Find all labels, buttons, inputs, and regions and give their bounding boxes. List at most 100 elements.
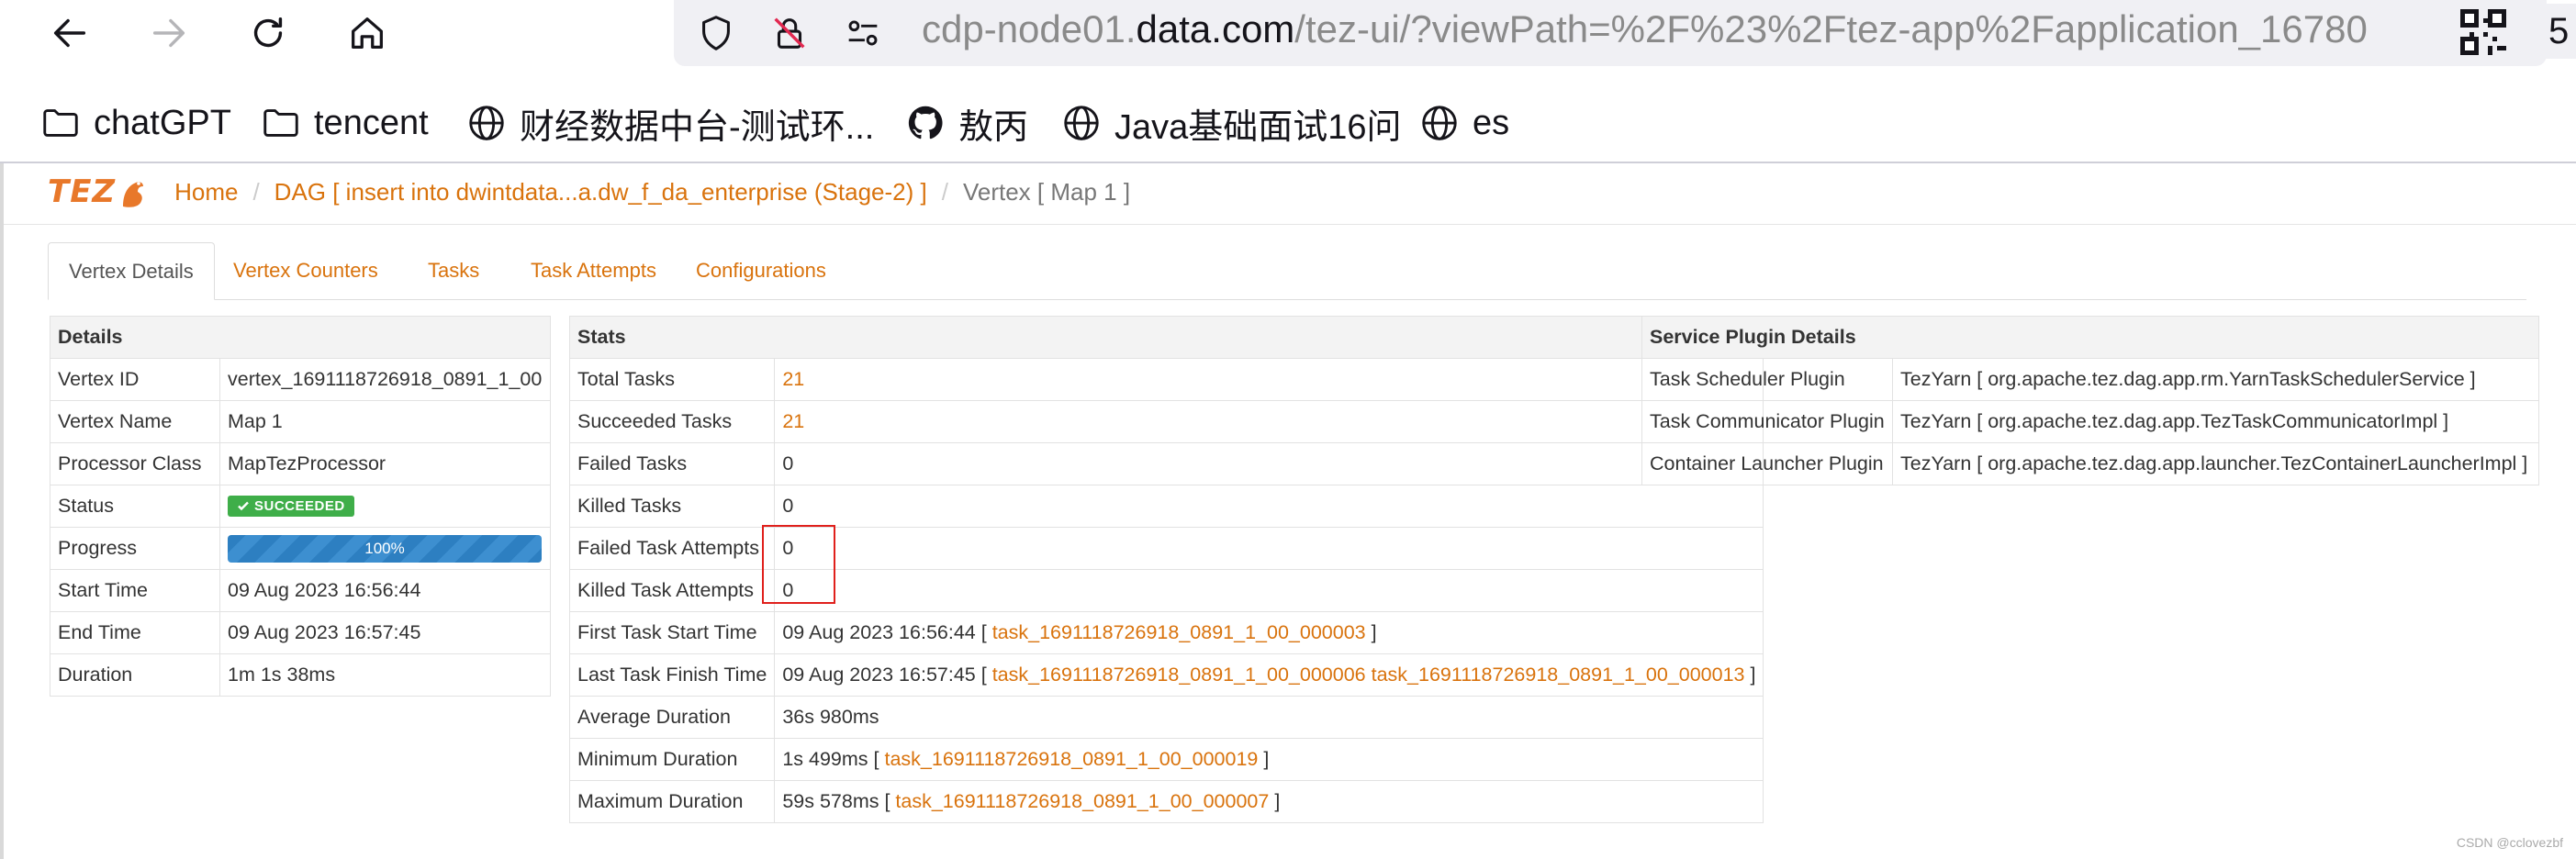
maximum-duration-task-link[interactable]: task_1691118726918_0891_1_00_000007 [895, 790, 1269, 812]
processor-class-label: Processor Class [50, 442, 220, 485]
duration-value: 1m 1s 38ms [219, 653, 551, 697]
insecure-lock-icon[interactable] [766, 9, 813, 57]
status-badge-text: SUCCEEDED [254, 497, 345, 514]
task-communicator-label: Task Communicator Plugin [1641, 400, 1893, 443]
page-divider [4, 224, 2576, 225]
minimum-duration-task-link[interactable]: task_1691118726918_0891_1_00_000019 [884, 748, 1258, 770]
arrow-right-icon [152, 18, 185, 48]
bookmark-aobing[interactable]: 敖丙 [903, 92, 1028, 154]
last-task-finish-time: 09 Aug 2023 16:57:45 [782, 664, 976, 686]
table-row: Succeeded Tasks 21 [568, 400, 1764, 443]
bookmark-label: chatGPT [94, 103, 231, 142]
start-time-label: Start Time [50, 569, 220, 612]
status-cell: SUCCEEDED [219, 485, 551, 528]
last-task-link-1[interactable]: task_1691118726918_0891_1_00_000006 [992, 664, 1366, 686]
shield-icon[interactable] [692, 9, 740, 57]
last-task-finish-label: Last Task Finish Time [568, 653, 776, 697]
succeeded-tasks-link[interactable]: 21 [782, 410, 804, 432]
progress-bar: 100% [228, 534, 542, 563]
failed-attempts-value: 0 [774, 527, 1764, 570]
details-table: Details Vertex ID vertex_1691118726918_08… [50, 316, 551, 697]
tab-vertex-counters[interactable]: Vertex Counters [213, 242, 398, 299]
breadcrumb-separator: / [252, 177, 260, 206]
vertex-id-value: vertex_1691118726918_0891_1_00 [219, 358, 551, 401]
tez-logo[interactable]: TEZ [48, 173, 147, 210]
succeeded-tasks-label: Succeeded Tasks [568, 400, 776, 443]
table-row: Failed Tasks 0 [568, 442, 1764, 485]
table-row: Status SUCCEEDED [50, 485, 551, 528]
status-badge: SUCCEEDED [228, 495, 354, 517]
progress-label: Progress [50, 527, 220, 570]
qr-code-icon[interactable] [2460, 9, 2506, 55]
service-plugin-table: Service Plugin Details Task Scheduler Pl… [1641, 316, 2539, 485]
table-row: Killed Tasks 0 [568, 485, 1764, 528]
tez-logo-text: TEZ [48, 173, 117, 210]
maximum-duration-label: Maximum Duration [568, 780, 776, 823]
tab-configurations[interactable]: Configurations [676, 242, 846, 299]
address-bar[interactable]: cdp-node01.data.com/tez-ui/?viewPath=%2F… [674, 0, 2547, 66]
duration-label: Duration [50, 653, 220, 697]
last-task-link-2[interactable]: task_1691118726918_0891_1_00_000013 [1372, 664, 1745, 686]
start-time-value: 09 Aug 2023 16:56:44 [219, 569, 551, 612]
table-row: Task Communicator Plugin TezYarn [ org.ap… [1641, 400, 2539, 443]
task-scheduler-label: Task Scheduler Plugin [1641, 358, 1893, 401]
table-row: End Time 09 Aug 2023 16:57:45 [50, 611, 551, 654]
bookmark-es[interactable]: es [1417, 92, 1509, 154]
end-time-value: 09 Aug 2023 16:57:45 [219, 611, 551, 654]
tez-bird-icon [123, 182, 144, 207]
url-path: /tez-ui/?viewPath=%2F%23%2Ftez-app%2Fapp… [1294, 7, 2368, 50]
permissions-icon[interactable] [839, 9, 887, 57]
breadcrumb-separator: / [941, 177, 948, 206]
extension-badge[interactable]: 5 [2537, 4, 2576, 59]
vertex-name-value: Map 1 [219, 400, 551, 443]
plugin-header: Service Plugin Details [1641, 316, 2539, 359]
back-button[interactable] [42, 6, 97, 61]
table-row: Progress 100% [50, 527, 551, 570]
breadcrumb-home[interactable]: Home [174, 178, 238, 206]
bookmark-label: 敖丙 [958, 107, 1029, 147]
stats-table: Stats Total Tasks 21 Succeeded Tasks 21 Fa… [568, 316, 1764, 823]
breadcrumb: TEZ Home / DAG [ insert into dwintdata..… [48, 163, 1130, 220]
table-row: Killed Task Attempts 0 [568, 569, 1764, 612]
average-duration-label: Average Duration [568, 696, 776, 739]
table-row: First Task Start Time 09 Aug 2023 16:56:… [568, 611, 1764, 654]
table-row: Task Scheduler Plugin TezYarn [ org.apach… [1641, 358, 2539, 401]
container-launcher-label: Container Launcher Plugin [1641, 442, 1893, 485]
globe-icon [1417, 101, 1462, 145]
container-launcher-value: TezYarn [ org.apache.tez.dag.app.launche… [1892, 442, 2539, 485]
table-row: Average Duration 36s 980ms [568, 696, 1764, 739]
tab-tasks[interactable]: Tasks [408, 242, 499, 299]
bookmark-label: Java基础面试16问 [1114, 107, 1402, 147]
url-text[interactable]: cdp-node01.data.com/tez-ui/?viewPath=%2F… [922, 7, 2501, 51]
failed-tasks-label: Failed Tasks [568, 442, 776, 485]
bookmark-chatgpt[interactable]: chatGPT [39, 92, 231, 154]
killed-tasks-value: 0 [774, 485, 1764, 528]
vertex-id-label: Vertex ID [50, 358, 220, 401]
globe-icon [1059, 101, 1103, 145]
failed-attempts-label: Failed Task Attempts [568, 527, 776, 570]
table-row: Last Task Finish Time 09 Aug 2023 16:57:… [568, 653, 1764, 697]
tab-vertex-details[interactable]: Vertex Details [48, 242, 215, 300]
bookmarks-bar: chatGPT tencent 财经数据中台-测试环... 敖丙 Java基础面… [0, 92, 2576, 154]
total-tasks-label: Total Tasks [568, 358, 776, 401]
bookmark-tencent[interactable]: tencent [259, 92, 429, 154]
bookmark-finance-data[interactable]: 财经数据中台-测试环... [465, 92, 874, 154]
end-time-label: End Time [50, 611, 220, 654]
killed-attempts-value: 0 [774, 569, 1764, 612]
breadcrumb-dag[interactable]: DAG [ insert into dwintdata...a.dw_f_da_… [274, 178, 927, 206]
url-prefix: cdp-node01. [922, 7, 1137, 50]
reload-button[interactable] [241, 6, 296, 61]
first-task-link[interactable]: task_1691118726918_0891_1_00_000003 [992, 621, 1366, 643]
progress-text: 100% [364, 539, 405, 557]
first-task-start-time: 09 Aug 2023 16:56:44 [782, 621, 976, 643]
forward-button[interactable] [141, 6, 196, 61]
tab-task-attempts[interactable]: Task Attempts [510, 242, 677, 299]
first-task-start-label: First Task Start Time [568, 611, 776, 654]
tez-page: TEZ Home / DAG [ insert into dwintdata..… [0, 163, 2576, 859]
progress-cell: 100% [219, 527, 551, 570]
total-tasks-link[interactable]: 21 [782, 368, 804, 390]
processor-class-value: MapTezProcessor [219, 442, 551, 485]
home-button[interactable] [340, 6, 395, 61]
table-row: Start Time 09 Aug 2023 16:56:44 [50, 569, 551, 612]
bookmark-java-interview[interactable]: Java基础面试16问 [1059, 92, 1402, 154]
